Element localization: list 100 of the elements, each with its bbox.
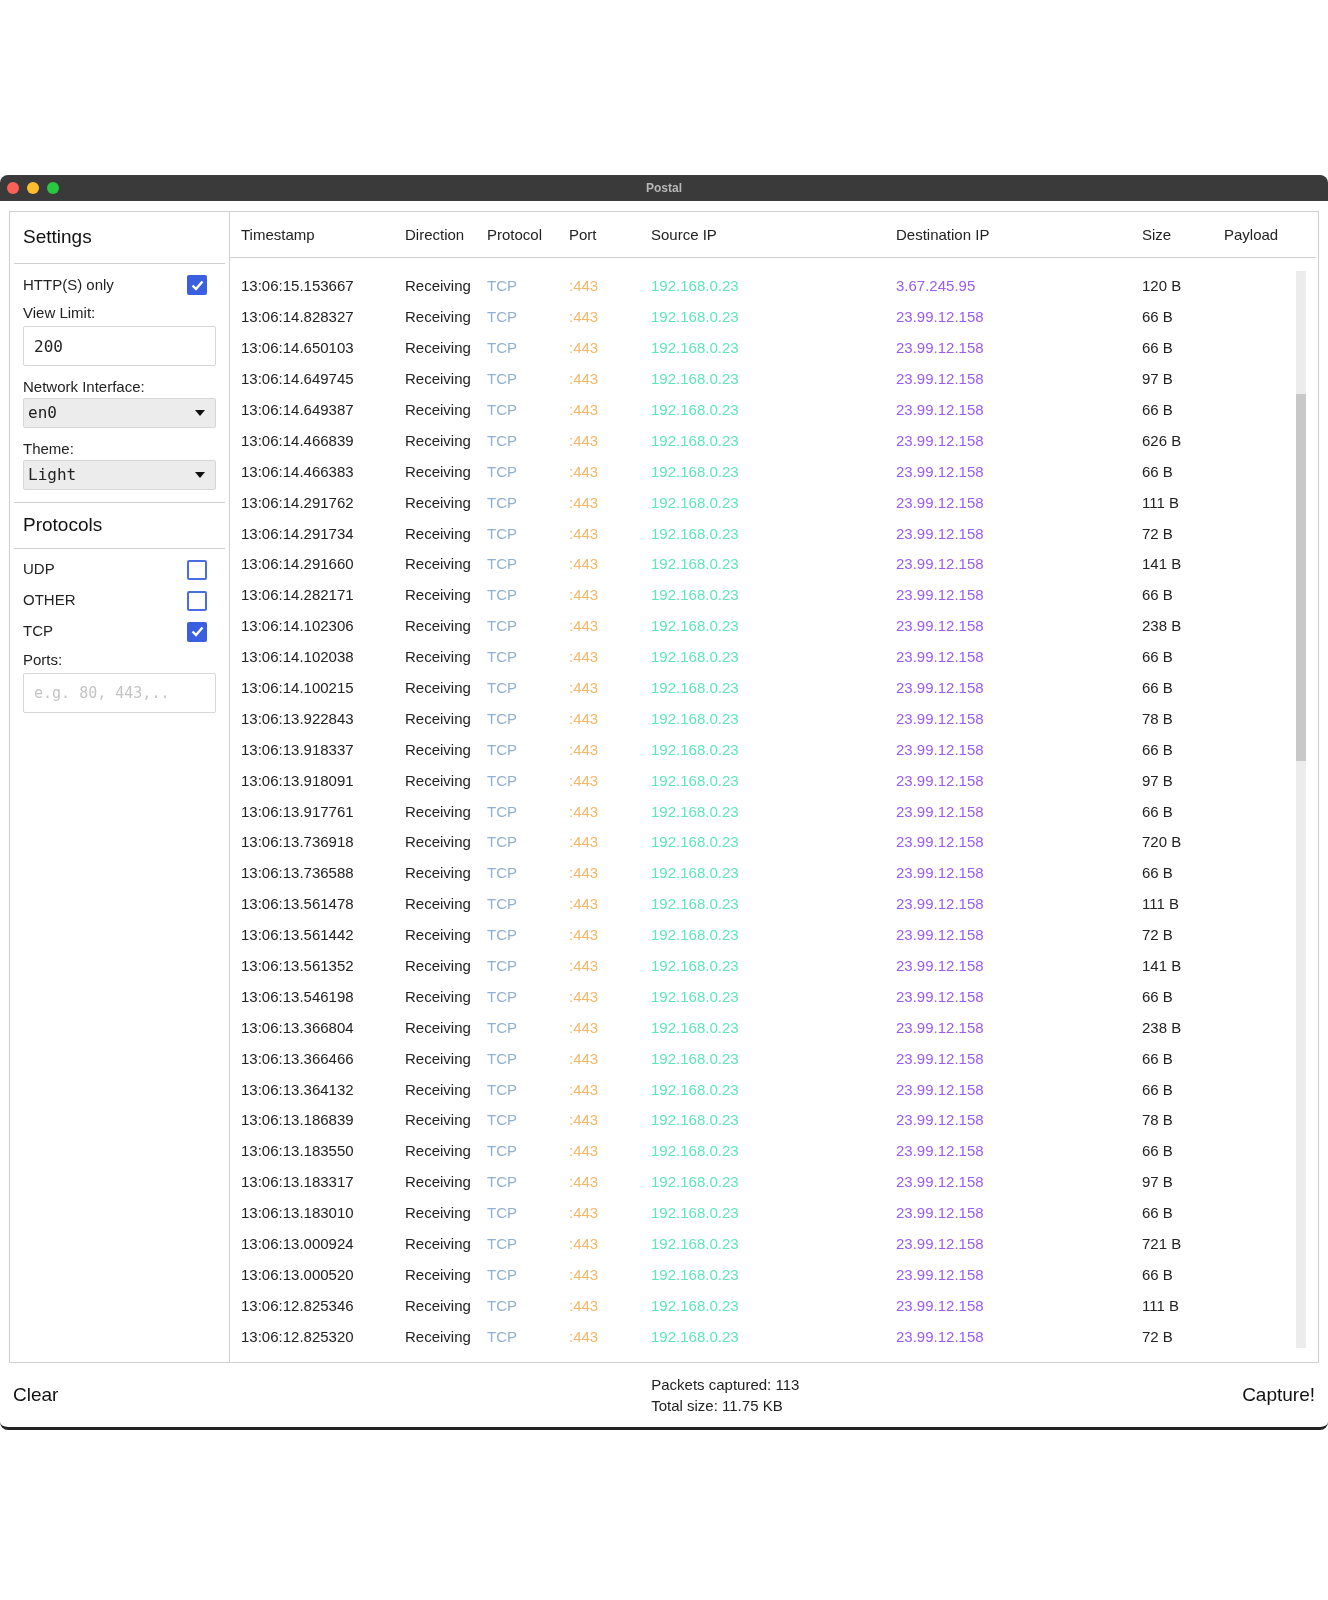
- table-cell: 23.99.12.158: [896, 926, 984, 944]
- table-cell: :443: [569, 308, 599, 326]
- table-cell: 23.99.12.158: [896, 431, 984, 449]
- table-cell: TCP: [487, 1049, 517, 1067]
- table-cell: 13:06:13.366804: [241, 1018, 354, 1036]
- table-cell: Receiving: [405, 895, 471, 913]
- table-cell: TCP: [487, 1296, 517, 1314]
- zoom-button[interactable]: [47, 182, 59, 194]
- table-cell: 192.168.0.23: [651, 586, 739, 604]
- table-cell: 721 B: [1142, 1235, 1182, 1253]
- minimize-button[interactable]: [27, 182, 39, 194]
- table-cell: 13:06:12.825320: [241, 1327, 354, 1345]
- table-cell: 13:06:13.183550: [241, 1142, 354, 1160]
- table-cell: 13:06:13.000520: [241, 1265, 354, 1283]
- capture-button[interactable]: Capture!: [1242, 1380, 1315, 1410]
- table-cell: 23.99.12.158: [896, 709, 984, 727]
- table-cell: TCP: [487, 771, 517, 789]
- view-limit-field[interactable]: 200: [23, 326, 216, 366]
- table-cell: Receiving: [405, 1327, 471, 1345]
- field-label: Ports:: [23, 650, 64, 670]
- table-cell: 13:06:13.186839: [241, 1111, 354, 1129]
- table-cell: :443: [569, 895, 599, 913]
- table-cell: :443: [569, 802, 599, 820]
- column-header: Destination IP: [896, 225, 990, 243]
- option-label: HTTP(S) only: [23, 274, 114, 295]
- table-cell: 23.99.12.158: [896, 308, 984, 326]
- field-label: Network Interface:: [23, 377, 146, 397]
- table-cell: 192.168.0.23: [651, 308, 739, 326]
- table-cell: 13:06:13.183317: [241, 1173, 354, 1191]
- table-cell: Receiving: [405, 1265, 471, 1283]
- close-button[interactable]: [7, 182, 19, 194]
- checkbox[interactable]: [187, 621, 207, 642]
- table-cell: 66 B: [1142, 586, 1173, 604]
- table-cell: 192.168.0.23: [651, 1235, 739, 1253]
- table-cell: 192.168.0.23: [651, 370, 739, 388]
- table-cell: 192.168.0.23: [651, 617, 739, 635]
- table-cell: 23.99.12.158: [896, 1173, 984, 1191]
- table-cell: 13:06:13.183010: [241, 1204, 354, 1222]
- table-cell: :443: [569, 1080, 599, 1098]
- checkbox[interactable]: [187, 559, 207, 580]
- table-cell: 141 B: [1142, 555, 1182, 573]
- table-cell: Receiving: [405, 709, 471, 727]
- table-cell: Receiving: [405, 1296, 471, 1314]
- table-cell: :443: [569, 493, 599, 511]
- column-header: Port: [569, 225, 597, 243]
- dropdown[interactable]: Light: [23, 460, 216, 490]
- dropdown[interactable]: en0: [23, 398, 216, 428]
- option-label: OTHER: [23, 590, 76, 611]
- table-cell: 23.99.12.158: [896, 1049, 984, 1067]
- table-cell: Receiving: [405, 1235, 471, 1253]
- table-cell: :443: [569, 864, 599, 882]
- table-cell: :443: [569, 957, 599, 975]
- column-header: Protocol: [487, 225, 543, 243]
- table-cell: 111 B: [1142, 493, 1179, 511]
- table-cell: TCP: [487, 617, 517, 635]
- checkbox[interactable]: [187, 590, 207, 611]
- checkbox[interactable]: [187, 275, 207, 295]
- table-cell: Receiving: [405, 617, 471, 635]
- table-cell: 23.99.12.158: [896, 1235, 984, 1253]
- table-cell: 66 B: [1142, 339, 1173, 357]
- table-cell: :443: [569, 740, 599, 758]
- clear-button[interactable]: Clear: [13, 1380, 59, 1410]
- table-cell: TCP: [487, 895, 517, 913]
- table-cell: 13:06:14.466839: [241, 431, 354, 449]
- table-cell: 192.168.0.23: [651, 1327, 739, 1345]
- table-cell: TCP: [487, 709, 517, 727]
- table-cell: 23.99.12.158: [896, 1265, 984, 1283]
- table-cell: 13:06:13.918091: [241, 771, 354, 789]
- table-cell: TCP: [487, 1327, 517, 1345]
- table-cell: 13:06:14.466383: [241, 462, 354, 480]
- column-header: Payload: [1224, 225, 1279, 243]
- scrollbar[interactable]: [1296, 271, 1306, 1348]
- table-cell: Receiving: [405, 1080, 471, 1098]
- table-cell: Receiving: [405, 277, 471, 295]
- table-cell: 13:06:13.736918: [241, 833, 354, 851]
- table-cell: 192.168.0.23: [651, 524, 739, 542]
- table-cell: :443: [569, 1049, 599, 1067]
- table-cell: :443: [569, 709, 599, 727]
- table-cell: 111 B: [1142, 1296, 1179, 1314]
- table-cell: 23.99.12.158: [896, 1142, 984, 1160]
- table-cell: 120 B: [1142, 277, 1182, 295]
- table-cell: Receiving: [405, 401, 471, 418]
- table-cell: :443: [569, 679, 599, 696]
- table-cell: :443: [569, 987, 599, 1005]
- table-cell: 720 B: [1142, 833, 1182, 851]
- table-cell: Receiving: [405, 1204, 471, 1222]
- table-cell: :443: [569, 1142, 599, 1160]
- table-cell: :443: [569, 926, 599, 944]
- table-cell: 192.168.0.23: [651, 648, 739, 666]
- table-cell: :443: [569, 617, 599, 635]
- table-cell: 238 B: [1142, 617, 1182, 635]
- table-cell: TCP: [487, 1080, 517, 1098]
- table-cell: 23.99.12.158: [896, 1018, 984, 1036]
- table-cell: 72 B: [1142, 1327, 1173, 1345]
- table-cell: 13:06:14.282171: [241, 586, 354, 604]
- scrollbar-thumb[interactable]: [1296, 394, 1306, 761]
- ports-field[interactable]: e.g. 80, 443,..: [23, 673, 216, 713]
- table-cell: 626 B: [1142, 431, 1182, 449]
- table-cell: TCP: [487, 648, 517, 666]
- table-cell: TCP: [487, 1265, 517, 1283]
